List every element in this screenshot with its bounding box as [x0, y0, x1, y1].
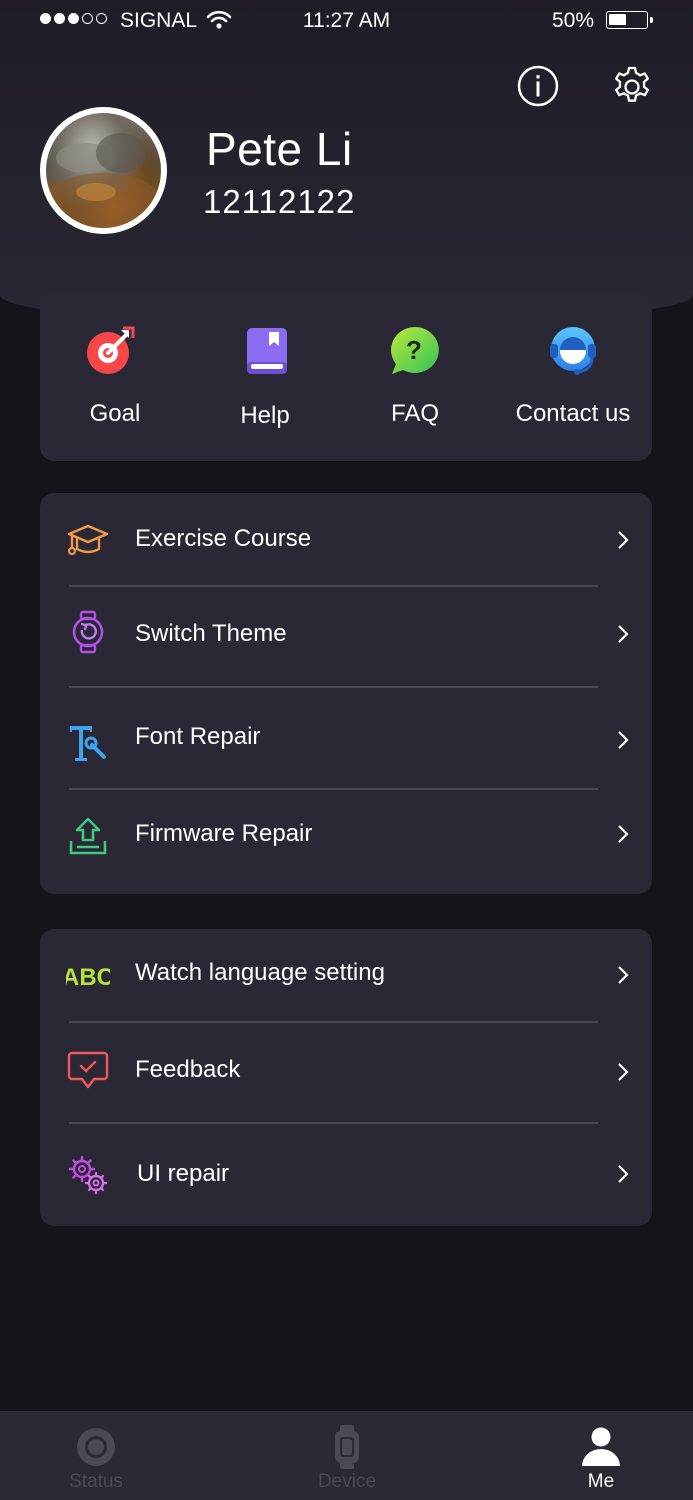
feedback-chat-icon [67, 1051, 109, 1089]
bottom-tab-bar: Status Device Me [0, 1411, 693, 1500]
tab-me[interactable]: Me [521, 1411, 681, 1500]
quick-actions-card: Goal Help ? FAQ Contact us [40, 294, 652, 461]
gear-icon[interactable] [610, 64, 654, 108]
font-wrench-icon [70, 726, 106, 761]
gears-icon [68, 1155, 108, 1195]
menu-label: Feedback [135, 1056, 241, 1083]
chevron-right-icon [618, 966, 629, 984]
tab-label: Device [317, 1471, 377, 1492]
watch-settings-card: ABC Watch language setting Feedback UI r… [40, 929, 652, 1226]
goal-icon [87, 326, 135, 374]
menu-item-feedback[interactable]: Feedback [40, 1022, 652, 1123]
menu-label: UI repair [137, 1160, 230, 1187]
help-button[interactable]: Help [190, 294, 340, 461]
menu-item-switch-theme[interactable]: Switch Theme [40, 586, 652, 687]
contact-us-label: Contact us [515, 400, 631, 427]
graduation-cap-icon [67, 524, 109, 556]
headset-icon [550, 327, 596, 375]
menu-item-firmware-repair[interactable]: Firmware Repair [40, 789, 652, 894]
tab-device[interactable]: Device [267, 1411, 427, 1500]
goal-label: Goal [89, 400, 141, 427]
chevron-right-icon [618, 531, 629, 549]
status-ring-icon [77, 1428, 115, 1466]
svg-text:ABC: ABC [66, 964, 110, 991]
menu-item-watch-language[interactable]: ABC Watch language setting [40, 929, 652, 1022]
chevron-right-icon [618, 1165, 629, 1183]
user-name: Pete Li [206, 123, 353, 175]
watch-device-icon [335, 1425, 359, 1469]
svg-text:?: ? [406, 335, 422, 365]
menu-label: Firmware Repair [135, 820, 313, 847]
faq-button[interactable]: ? FAQ [340, 294, 490, 461]
menu-item-font-repair[interactable]: Font Repair [40, 687, 652, 788]
status-bar: SIGNAL 11:27 AM 50% [0, 0, 693, 40]
info-icon[interactable] [516, 64, 560, 108]
chevron-right-icon [618, 1063, 629, 1081]
menu-label: Exercise Course [135, 525, 312, 552]
menu-label: Switch Theme [135, 620, 287, 647]
tab-status[interactable]: Status [16, 1411, 176, 1500]
faq-label: FAQ [390, 400, 439, 427]
tab-label: Status [69, 1471, 123, 1492]
chevron-right-icon [618, 731, 629, 749]
faq-bubble-icon: ? [391, 326, 439, 374]
avatar[interactable] [40, 107, 167, 234]
watch-icon [72, 610, 104, 654]
menu-label: Watch language setting [135, 959, 385, 986]
abc-icon: ABC [66, 964, 110, 991]
chevron-right-icon [618, 625, 629, 643]
chevron-right-icon [618, 825, 629, 843]
battery-icon [606, 11, 653, 29]
battery-percentage: 50% [552, 9, 595, 32]
tab-label: Me [587, 1471, 615, 1492]
menu-label: Font Repair [135, 723, 261, 750]
contact-us-button[interactable]: Contact us [498, 294, 648, 461]
menu-item-ui-repair[interactable]: UI repair [40, 1123, 652, 1226]
upload-tray-icon [69, 817, 107, 855]
settings-menu-card: Exercise Course Switch Theme Font Repair [40, 493, 652, 894]
person-icon [582, 1427, 620, 1466]
goal-button[interactable]: Goal [40, 294, 190, 461]
user-id: 12112122 [203, 183, 356, 220]
menu-item-exercise-course[interactable]: Exercise Course [40, 493, 652, 586]
help-book-icon [247, 328, 287, 374]
help-label: Help [240, 402, 290, 429]
